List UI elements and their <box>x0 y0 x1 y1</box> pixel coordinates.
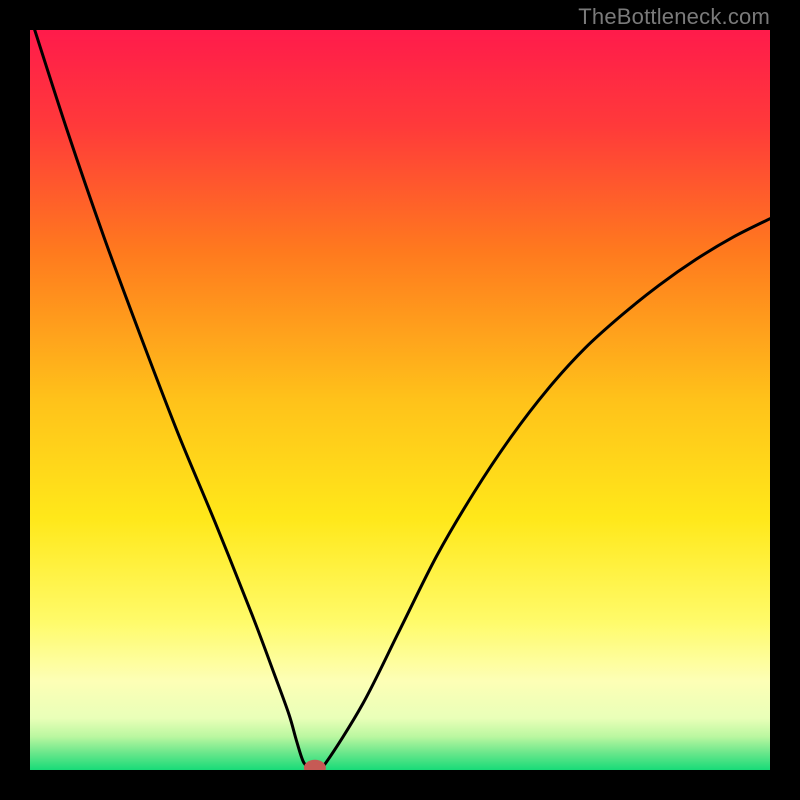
gradient-background <box>30 30 770 770</box>
plot-area <box>30 30 770 770</box>
watermark-text: TheBottleneck.com <box>578 4 770 30</box>
chart-svg <box>30 30 770 770</box>
chart-frame: TheBottleneck.com <box>0 0 800 800</box>
